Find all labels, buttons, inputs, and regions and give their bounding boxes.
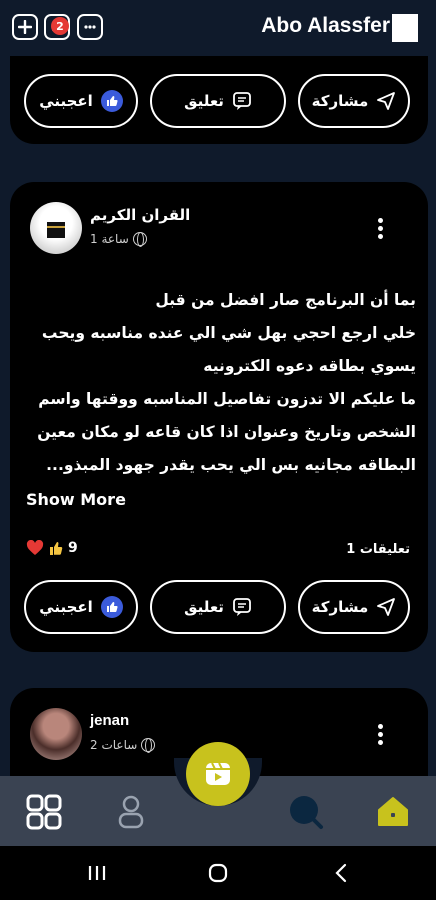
post-meta: ساعة 1 [90,232,147,247]
back-icon[interactable] [334,863,348,887]
top-bar: 2 Abo Alassfer [0,0,436,56]
home-icon[interactable] [376,796,410,832]
share-button[interactable]: مشاركة [298,74,410,128]
share-label: مشاركة [311,92,369,110]
search-icon[interactable] [286,792,326,836]
thumbs-up-icon [100,596,123,618]
post-line: ما عليكم الا تدزون تفاصيل المناسبه ووقته… [38,390,416,408]
send-icon [377,92,396,110]
post-line: بما أن البرنامج صار افضل من قبل [155,291,416,309]
author-name[interactable]: jenan [90,712,129,729]
post-body: بما أن البرنامج صار افضل من قبل خلي ارجع… [26,284,416,482]
globe-icon [141,738,156,753]
globe-icon [132,232,147,247]
like-label: اعجبني [39,92,93,110]
thumbs-up-emoji-icon [50,542,63,555]
comment-icon [233,92,251,110]
comments-count[interactable]: تعليقات 1 [346,542,410,557]
send-icon [377,598,396,616]
author-avatar[interactable] [30,708,82,760]
post-meta: ساعات 2 [90,738,156,753]
share-button[interactable]: مشاركة [298,580,410,634]
app-title: Abo Alassfer [261,14,390,37]
author-avatar[interactable] [30,202,82,254]
thumbs-up-icon [100,90,123,112]
share-label: مشاركة [311,598,369,616]
post-line: يسوي بطاقه دعوه الكترونيه [203,357,416,375]
like-button[interactable]: اعجبني [24,74,138,128]
more-options-icon[interactable] [378,724,384,748]
reels-button[interactable] [186,742,250,806]
comment-label: تعليق [184,92,224,110]
post-line: خلي ارجع احجي بهل شي الي عنده مناسبه ويح… [41,324,416,342]
post-line: البطاقه مجانيه بس الي يحب يقدر جهود المب… [46,456,416,474]
like-button[interactable]: اعجبني [24,580,138,634]
post-line: الشخص وتاريخ وعنوان اذا كان قاعه لو مكان… [37,423,416,441]
grid-icon[interactable] [26,794,62,834]
messages-icon[interactable] [77,14,103,40]
comment-label: تعليق [184,598,224,616]
post-time: ساعة 1 [90,232,129,246]
post-card: القران الكريم ساعة 1 بما أن البرنامج صار… [10,182,428,652]
profile-icon[interactable] [116,794,146,834]
more-options-icon[interactable] [378,218,384,242]
post-time: ساعات 2 [90,738,138,752]
home-button-icon[interactable] [208,863,228,887]
reactions-summary[interactable]: 9 [26,540,78,556]
recent-apps-icon[interactable] [88,865,106,885]
author-name[interactable]: القران الكريم [90,206,190,224]
comment-icon [233,598,251,616]
comment-button[interactable]: تعليق [150,74,286,128]
system-nav-bar [0,846,436,900]
notification-badge: 2 [51,17,69,35]
reels-icon [206,762,230,785]
add-icon[interactable] [12,14,38,40]
show-more-link[interactable]: Show More [26,490,126,509]
reaction-count: 9 [68,540,78,556]
app-logo [392,14,418,42]
heart-icon [26,540,44,555]
comment-button[interactable]: تعليق [150,580,286,634]
like-label: اعجبني [39,598,93,616]
